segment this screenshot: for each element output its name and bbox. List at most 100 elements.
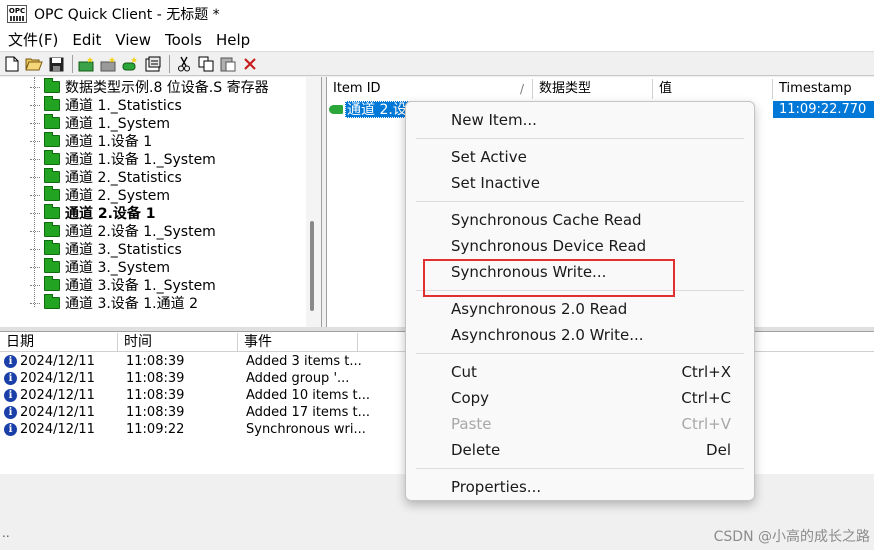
- open-file-icon[interactable]: [24, 54, 44, 74]
- tree-item[interactable]: 通道 3.设备 1.通道 2: [30, 294, 198, 312]
- annotation-highlight-box: [423, 259, 675, 297]
- column-value[interactable]: 值: [653, 79, 773, 99]
- menu-item-label: Copy: [451, 389, 490, 407]
- log-event: Added 3 items t...: [246, 354, 362, 369]
- log-event: Added 10 items t...: [246, 388, 370, 403]
- tag-icon: [329, 105, 343, 114]
- folder-icon: [44, 186, 60, 201]
- tree-item-label: 通道 1._Statistics: [65, 98, 182, 114]
- log-date: 2024/12/11: [20, 371, 95, 386]
- menu-sync-device-read[interactable]: Synchronous Device Read: [451, 234, 731, 258]
- cut-icon[interactable]: [174, 54, 194, 74]
- folder-icon: [44, 168, 60, 183]
- tree-item-label: 通道 1.设备 1: [65, 134, 153, 150]
- log-time: 11:08:39: [126, 371, 185, 386]
- tree-item[interactable]: 通道 3._Statistics: [30, 240, 182, 258]
- folder-icon: [44, 204, 60, 219]
- tree-item[interactable]: 通道 3.设备 1._System: [30, 276, 216, 294]
- copy-icon[interactable]: [196, 54, 216, 74]
- tree-item[interactable]: 通道 1._Statistics: [30, 96, 182, 114]
- tree-item[interactable]: 通道 2._System: [30, 186, 170, 204]
- new-file-icon[interactable]: [2, 54, 22, 74]
- tree-item-label: 通道 2.设备 1: [65, 206, 156, 222]
- menu-properties[interactable]: Properties...: [451, 475, 731, 499]
- tree-item-label: 通道 1._System: [65, 116, 171, 132]
- tree-item[interactable]: 通道 1.设备 1: [30, 132, 152, 150]
- column-time[interactable]: 时间: [118, 333, 238, 352]
- tree-item-label: 通道 3.设备 1.通道 2: [65, 296, 198, 312]
- log-event: Synchronous wri...: [246, 422, 366, 437]
- delete-icon[interactable]: [240, 54, 260, 74]
- menu-view[interactable]: View: [108, 28, 158, 52]
- tree-scrollbar[interactable]: [306, 77, 321, 327]
- menu-async-write[interactable]: Asynchronous 2.0 Write...: [451, 323, 731, 347]
- menu-shortcut: Ctrl+X: [681, 363, 731, 381]
- tree-item[interactable]: 数据类型示例.8 位设备.S 寄存器: [30, 78, 269, 96]
- app-icon-text: OPC: [8, 6, 26, 15]
- tree-item-selected[interactable]: 通道 2.设备 1: [30, 204, 156, 222]
- menu-delete[interactable]: Delete Del: [451, 438, 731, 462]
- new-item-icon[interactable]: [121, 54, 141, 74]
- info-icon: i: [4, 372, 17, 385]
- menu-help[interactable]: Help: [209, 28, 257, 52]
- folder-icon: [44, 78, 60, 93]
- menu-set-active[interactable]: Set Active: [451, 145, 731, 169]
- tree-item[interactable]: 通道 1._System: [30, 114, 170, 132]
- tree-item-label: 通道 3.设备 1._System: [65, 278, 216, 294]
- folder-icon: [44, 150, 60, 165]
- tree-item-label: 数据类型示例.8 位设备.S 寄存器: [65, 80, 269, 96]
- menu-item-label: Asynchronous 2.0 Write...: [451, 326, 644, 344]
- item-list-header: Item ID / 数据类型 值 Timestamp: [327, 79, 874, 99]
- log-event: Added 17 items t...: [246, 405, 370, 420]
- menu-new-item[interactable]: New Item...: [451, 108, 731, 132]
- menu-bar: 文件(F) Edit View Tools Help: [0, 28, 874, 52]
- column-item-id[interactable]: Item ID /: [327, 79, 533, 99]
- timestamp-cell: 11:09:22.770: [773, 101, 874, 118]
- column-date[interactable]: 日期: [0, 333, 118, 352]
- new-server-icon[interactable]: [77, 54, 97, 74]
- window-title: OPC Quick Client - 无标题 *: [34, 7, 220, 23]
- save-icon[interactable]: [46, 54, 66, 74]
- tree-scrollbar-thumb[interactable]: [310, 221, 314, 311]
- watermark: CSDN @小高的成长之路: [713, 529, 870, 545]
- menu-item-label: Properties...: [451, 478, 542, 496]
- menu-item-label: Paste: [451, 415, 492, 433]
- tree-item-label: 通道 2.设备 1._System: [65, 224, 216, 240]
- column-timestamp[interactable]: Timestamp: [773, 79, 874, 99]
- column-event[interactable]: 事件: [238, 333, 358, 352]
- menu-async-read[interactable]: Asynchronous 2.0 Read: [451, 297, 731, 321]
- tree-item[interactable]: 通道 2._Statistics: [30, 168, 182, 186]
- properties-icon[interactable]: [143, 54, 163, 74]
- log-time: 11:08:39: [126, 405, 185, 420]
- folder-icon: [44, 276, 60, 291]
- menu-cut[interactable]: Cut Ctrl+X: [451, 360, 731, 384]
- column-data-type[interactable]: 数据类型: [533, 79, 653, 99]
- log-time: 11:08:39: [126, 388, 185, 403]
- folder-icon: [44, 258, 60, 273]
- log-date: 2024/12/11: [20, 354, 95, 369]
- menu-item-label: Synchronous Cache Read: [451, 211, 642, 229]
- tree-item[interactable]: 通道 1.设备 1._System: [30, 150, 216, 168]
- folder-icon: [44, 114, 60, 129]
- folder-icon: [44, 96, 60, 111]
- folder-icon: [44, 240, 60, 255]
- menu-file[interactable]: 文件(F): [1, 28, 65, 52]
- menu-tools[interactable]: Tools: [158, 28, 209, 52]
- menu-item-label: Synchronous Device Read: [451, 237, 647, 255]
- menu-item-label: New Item...: [451, 111, 537, 129]
- menu-edit[interactable]: Edit: [65, 28, 108, 52]
- menu-item-label: Delete: [451, 441, 501, 459]
- tree-item[interactable]: 通道 3._System: [30, 258, 170, 276]
- log-date: 2024/12/11: [20, 405, 95, 420]
- info-icon: i: [4, 423, 17, 436]
- menu-sync-cache-read[interactable]: Synchronous Cache Read: [451, 208, 731, 232]
- log-time: 11:09:22: [126, 422, 185, 437]
- tree-item[interactable]: 通道 2.设备 1._System: [30, 222, 216, 240]
- menu-set-inactive[interactable]: Set Inactive: [451, 171, 731, 195]
- new-group-icon[interactable]: [99, 54, 119, 74]
- paste-icon[interactable]: [218, 54, 238, 74]
- sort-indicator: /: [519, 82, 524, 96]
- menu-copy[interactable]: Copy Ctrl+C: [451, 386, 731, 410]
- log-date: 2024/12/11: [20, 388, 95, 403]
- tree-item-label: 通道 3._System: [65, 260, 171, 276]
